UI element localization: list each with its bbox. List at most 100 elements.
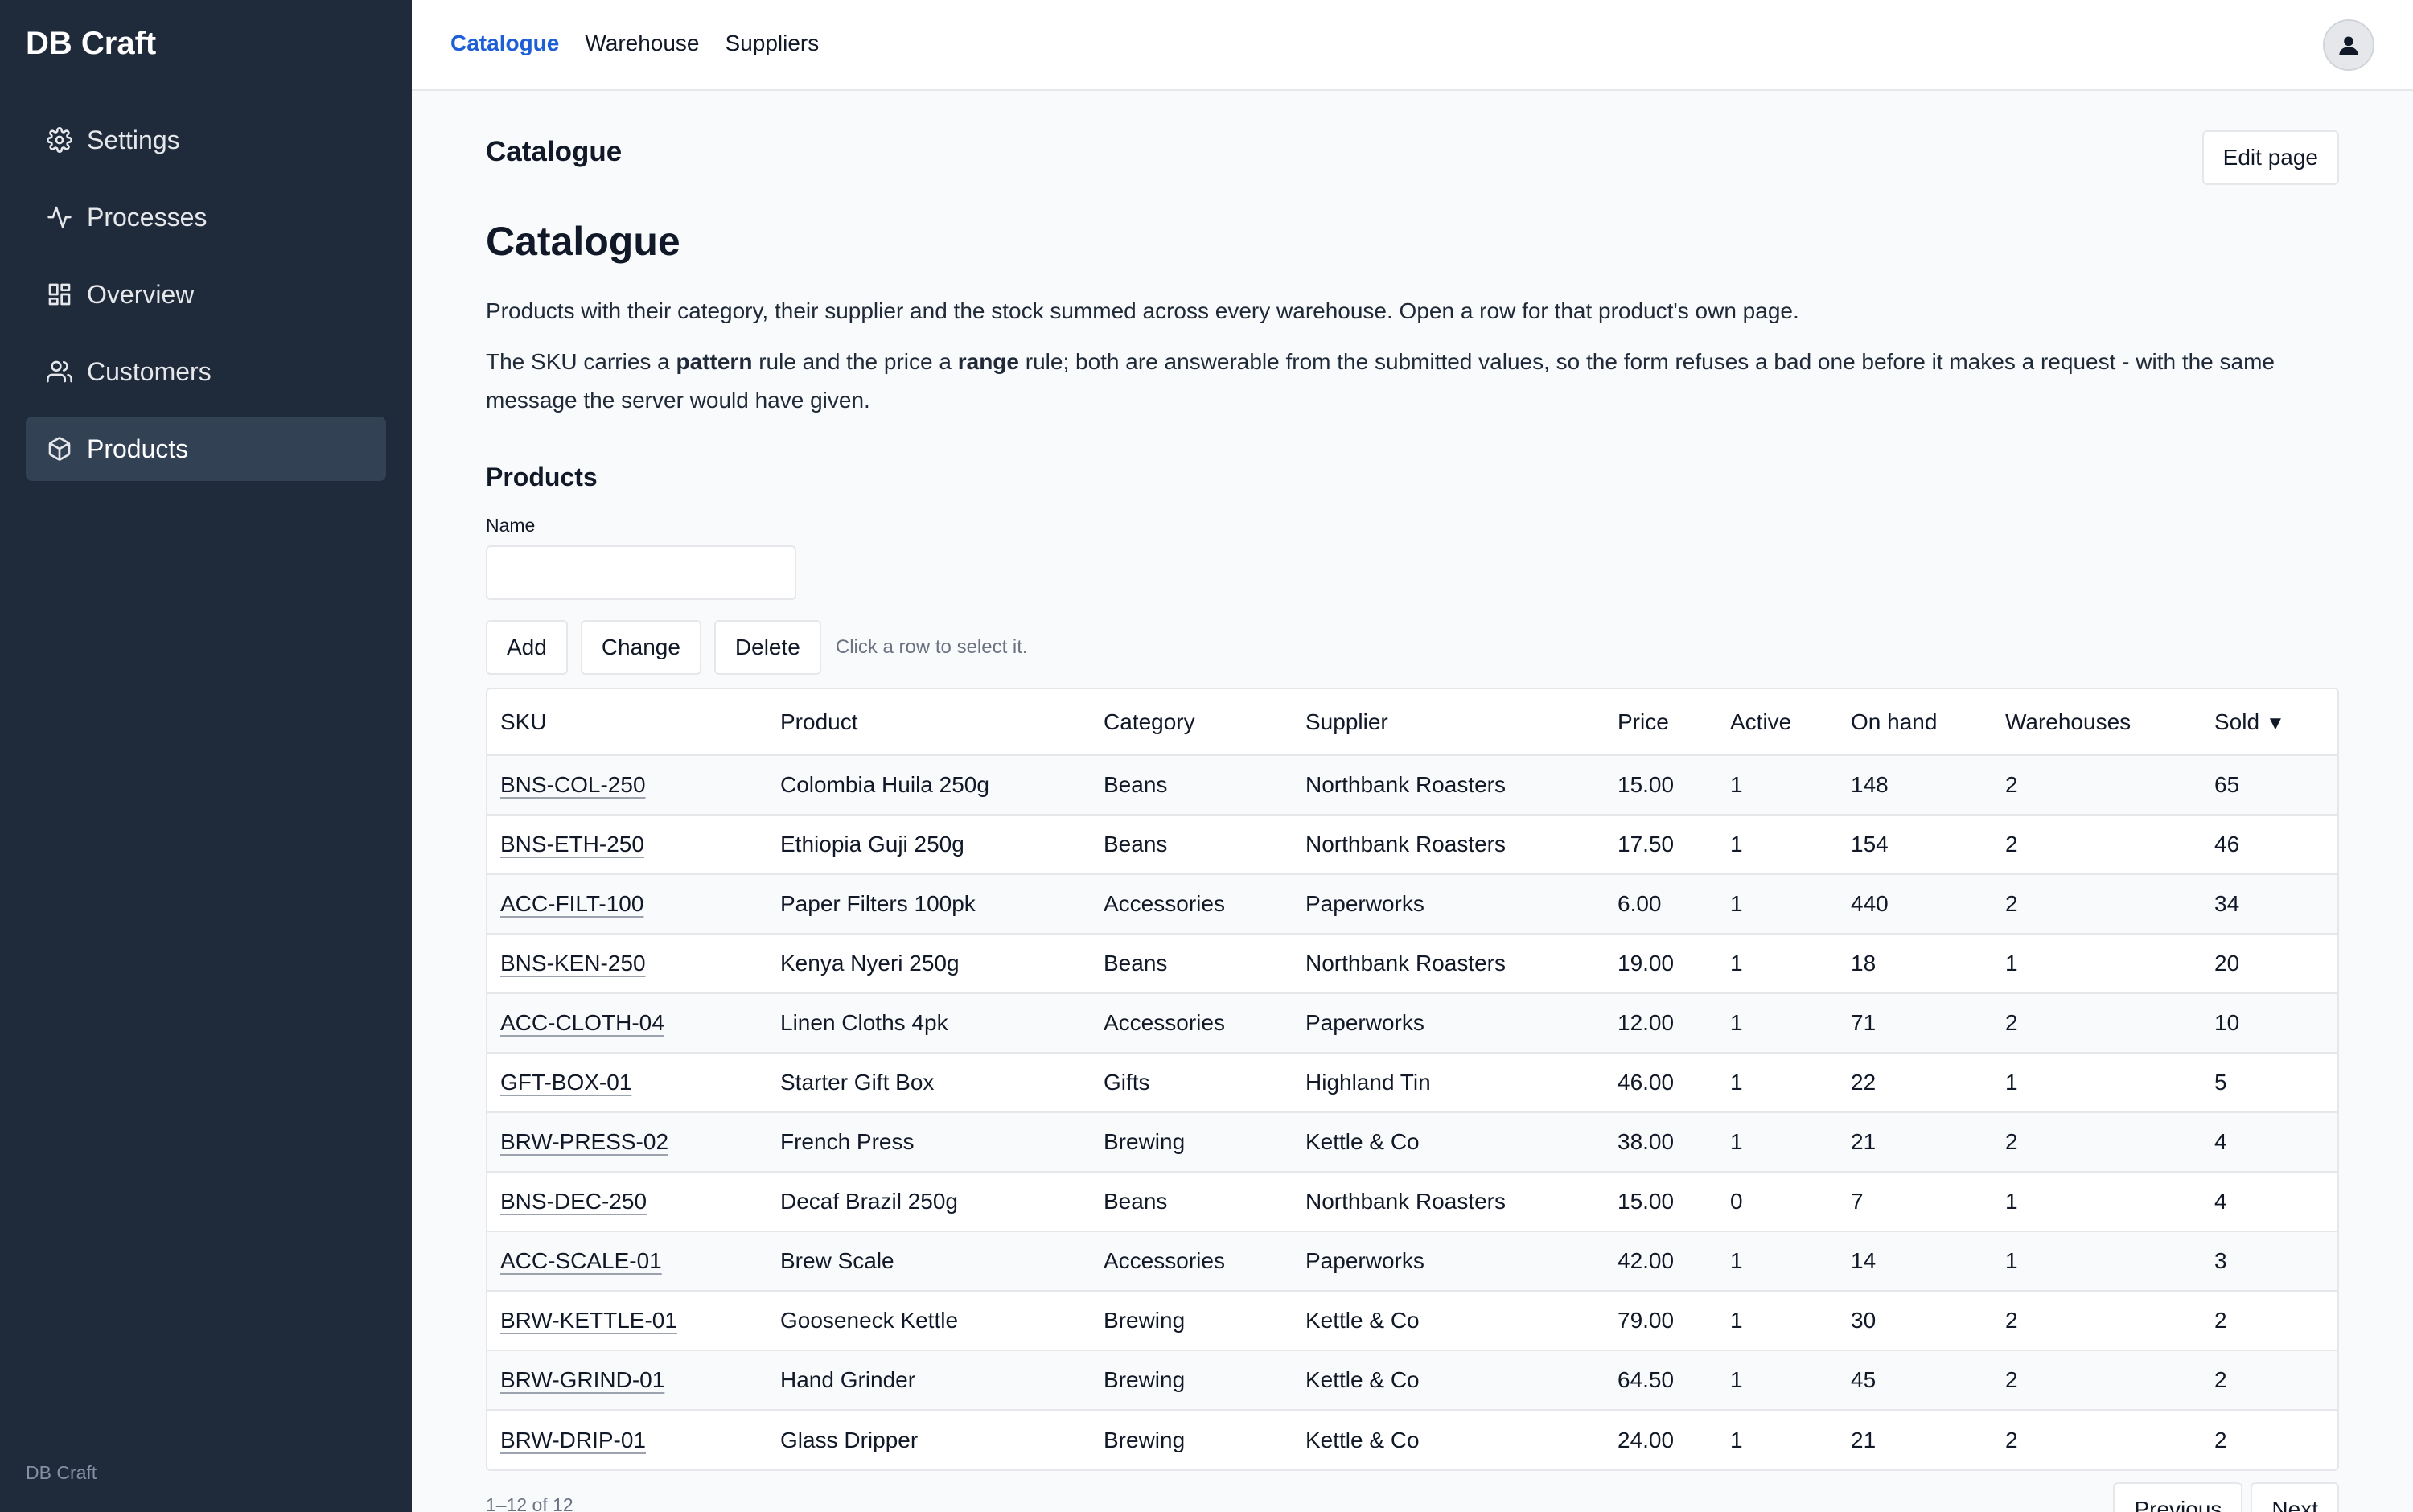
column-header-sold[interactable]: Sold ▼ [2201, 689, 2337, 755]
sidebar-item-label: Overview [87, 279, 195, 309]
column-header-active[interactable]: Active [1717, 689, 1838, 755]
cell-sku[interactable]: BRW-KETTLE-01 [487, 1291, 767, 1350]
sku-link[interactable]: BNS-KEN-250 [500, 951, 646, 976]
cell-sku[interactable]: BRW-PRESS-02 [487, 1112, 767, 1172]
column-header-price[interactable]: Price [1605, 689, 1717, 755]
rules-pattern-term: pattern [676, 349, 753, 374]
cell-category: Accessories [1104, 891, 1225, 916]
add-button[interactable]: Add [486, 620, 568, 675]
table-header-row: SKU Product Category Supplier Price Acti… [487, 689, 2337, 755]
delete-button[interactable]: Delete [713, 620, 821, 675]
tab-warehouse[interactable]: Warehouse [585, 31, 699, 56]
table-row[interactable]: BRW-DRIP-01 Glass Dripper Brewing Kettle & … [487, 1410, 2337, 1469]
cell-active: 1 [1730, 1308, 1743, 1333]
table-row[interactable]: BNS-ETH-250 Ethiopia Guji 250g Beans Northb… [487, 815, 2337, 874]
cell-sku[interactable]: ACC-CLOTH-04 [487, 993, 767, 1053]
cell-product: Decaf Brazil 250g [780, 1189, 959, 1214]
cell-on-hand: 30 [1851, 1308, 1877, 1333]
name-input[interactable] [486, 545, 796, 600]
column-header-on-hand[interactable]: On hand [1838, 689, 1992, 755]
table-row[interactable]: BNS-KEN-250 Kenya Nyeri 250g Beans Northban… [487, 934, 2337, 993]
column-header-product[interactable]: Product [767, 689, 1091, 755]
column-header-label: Sold [2214, 709, 2260, 734]
cell-active: 1 [1730, 1010, 1743, 1035]
cell-sku[interactable]: BRW-GRIND-01 [487, 1350, 767, 1410]
rules-text-part: The SKU carries a [486, 349, 676, 374]
cell-supplier: Northbank Roasters [1305, 832, 1507, 857]
table-row[interactable]: BRW-GRIND-01 Hand Grinder Brewing Kettle & … [487, 1350, 2337, 1410]
sku-link[interactable]: BNS-COL-250 [500, 772, 646, 797]
table-row[interactable]: ACC-CLOTH-04 Linen Cloths 4pk Accessories P… [487, 993, 2337, 1053]
user-avatar-button[interactable] [2323, 19, 2374, 71]
cell-on-hand: 154 [1851, 832, 1889, 857]
next-page-button[interactable]: Next [2251, 1482, 2339, 1512]
cell-category: Gifts [1104, 1070, 1150, 1095]
sidebar-item-overview[interactable]: Overview [26, 262, 386, 327]
cell-on-hand: 18 [1851, 951, 1877, 976]
cell-price: 15.00 [1618, 772, 1675, 797]
cell-price: 17.50 [1618, 832, 1675, 857]
sku-link[interactable]: BRW-KETTLE-01 [500, 1308, 677, 1333]
cell-product: Linen Cloths 4pk [780, 1010, 948, 1035]
sku-link[interactable]: ACC-FILT-100 [500, 891, 643, 916]
sku-link[interactable]: ACC-CLOTH-04 [500, 1010, 664, 1035]
change-button[interactable]: Change [580, 620, 701, 675]
cell-sold: 2 [2214, 1308, 2227, 1333]
sku-link[interactable]: BRW-PRESS-02 [500, 1129, 668, 1154]
sidebar-item-products[interactable]: Products [26, 417, 386, 481]
sku-link[interactable]: BRW-GRIND-01 [500, 1367, 664, 1392]
table-row[interactable]: GFT-BOX-01 Starter Gift Box Gifts Highland … [487, 1053, 2337, 1112]
table-row[interactable]: BNS-DEC-250 Decaf Brazil 250g Beans Northba… [487, 1172, 2337, 1231]
sku-link[interactable]: ACC-SCALE-01 [500, 1248, 662, 1273]
table-body: BNS-COL-250 Colombia Huila 250g Beans North… [487, 755, 2337, 1469]
tab-suppliers[interactable]: Suppliers [726, 31, 820, 56]
table-row[interactable]: BRW-PRESS-02 French Press Brewing Kettle & … [487, 1112, 2337, 1172]
cell-category: Brewing [1104, 1308, 1186, 1333]
cell-sku[interactable]: BNS-KEN-250 [487, 934, 767, 993]
cell-sku[interactable]: GFT-BOX-01 [487, 1053, 767, 1112]
sku-link[interactable]: BNS-ETH-250 [500, 832, 644, 857]
cell-sku[interactable]: BRW-DRIP-01 [487, 1410, 767, 1469]
edit-page-button[interactable]: Edit page [2201, 130, 2339, 185]
sidebar-item-label: Settings [87, 125, 180, 154]
sidebar-item-settings[interactable]: Settings [26, 108, 386, 172]
sku-link[interactable]: BRW-DRIP-01 [500, 1428, 646, 1452]
column-header-category[interactable]: Category [1091, 689, 1293, 755]
tab-catalogue[interactable]: Catalogue [450, 31, 559, 56]
cell-on-hand: 22 [1851, 1070, 1877, 1095]
cell-warehouses: 1 [2005, 1070, 2018, 1095]
sidebar-item-label: Processes [87, 202, 208, 232]
cell-on-hand: 14 [1851, 1248, 1877, 1273]
cell-category: Brewing [1104, 1427, 1186, 1452]
table-row[interactable]: BRW-KETTLE-01 Gooseneck Kettle Brewing Kett… [487, 1291, 2337, 1350]
table-row[interactable]: BNS-COL-250 Colombia Huila 250g Beans North… [487, 755, 2337, 815]
column-header-warehouses[interactable]: Warehouses [1992, 689, 2201, 755]
cell-sold: 20 [2214, 951, 2240, 976]
table-row[interactable]: ACC-SCALE-01 Brew Scale Accessories Paperwo… [487, 1231, 2337, 1291]
cell-supplier: Highland Tin [1305, 1070, 1431, 1095]
column-header-supplier[interactable]: Supplier [1293, 689, 1605, 755]
previous-page-button[interactable]: Previous [2113, 1482, 2243, 1512]
cell-sku[interactable]: BNS-ETH-250 [487, 815, 767, 874]
sidebar-item-processes[interactable]: Processes [26, 185, 386, 249]
page-title: Catalogue [486, 136, 623, 167]
cell-category: Beans [1104, 1189, 1168, 1214]
cell-product: Ethiopia Guji 250g [780, 832, 964, 857]
cell-supplier: Paperworks [1305, 1248, 1424, 1273]
sidebar-footer: DB Craft [26, 1462, 97, 1483]
cell-warehouses: 2 [2005, 1129, 2018, 1154]
sidebar-item-customers[interactable]: Customers [26, 339, 386, 404]
selection-hint: Click a row to select it. [835, 636, 1028, 658]
sku-link[interactable]: BNS-DEC-250 [500, 1189, 647, 1214]
cell-supplier: Kettle & Co [1305, 1308, 1420, 1333]
cell-active: 1 [1730, 832, 1743, 857]
cell-sku[interactable]: ACC-FILT-100 [487, 874, 767, 934]
cell-sku[interactable]: ACC-SCALE-01 [487, 1231, 767, 1291]
sku-link[interactable]: GFT-BOX-01 [500, 1070, 631, 1095]
cell-product: Kenya Nyeri 250g [780, 951, 960, 976]
rules-text-part: rule and the price a [752, 349, 958, 374]
table-row[interactable]: ACC-FILT-100 Paper Filters 100pk Accessori… [487, 874, 2337, 934]
cell-sku[interactable]: BNS-DEC-250 [487, 1172, 767, 1231]
column-header-sku[interactable]: SKU [487, 689, 767, 755]
cell-sku[interactable]: BNS-COL-250 [487, 755, 767, 815]
